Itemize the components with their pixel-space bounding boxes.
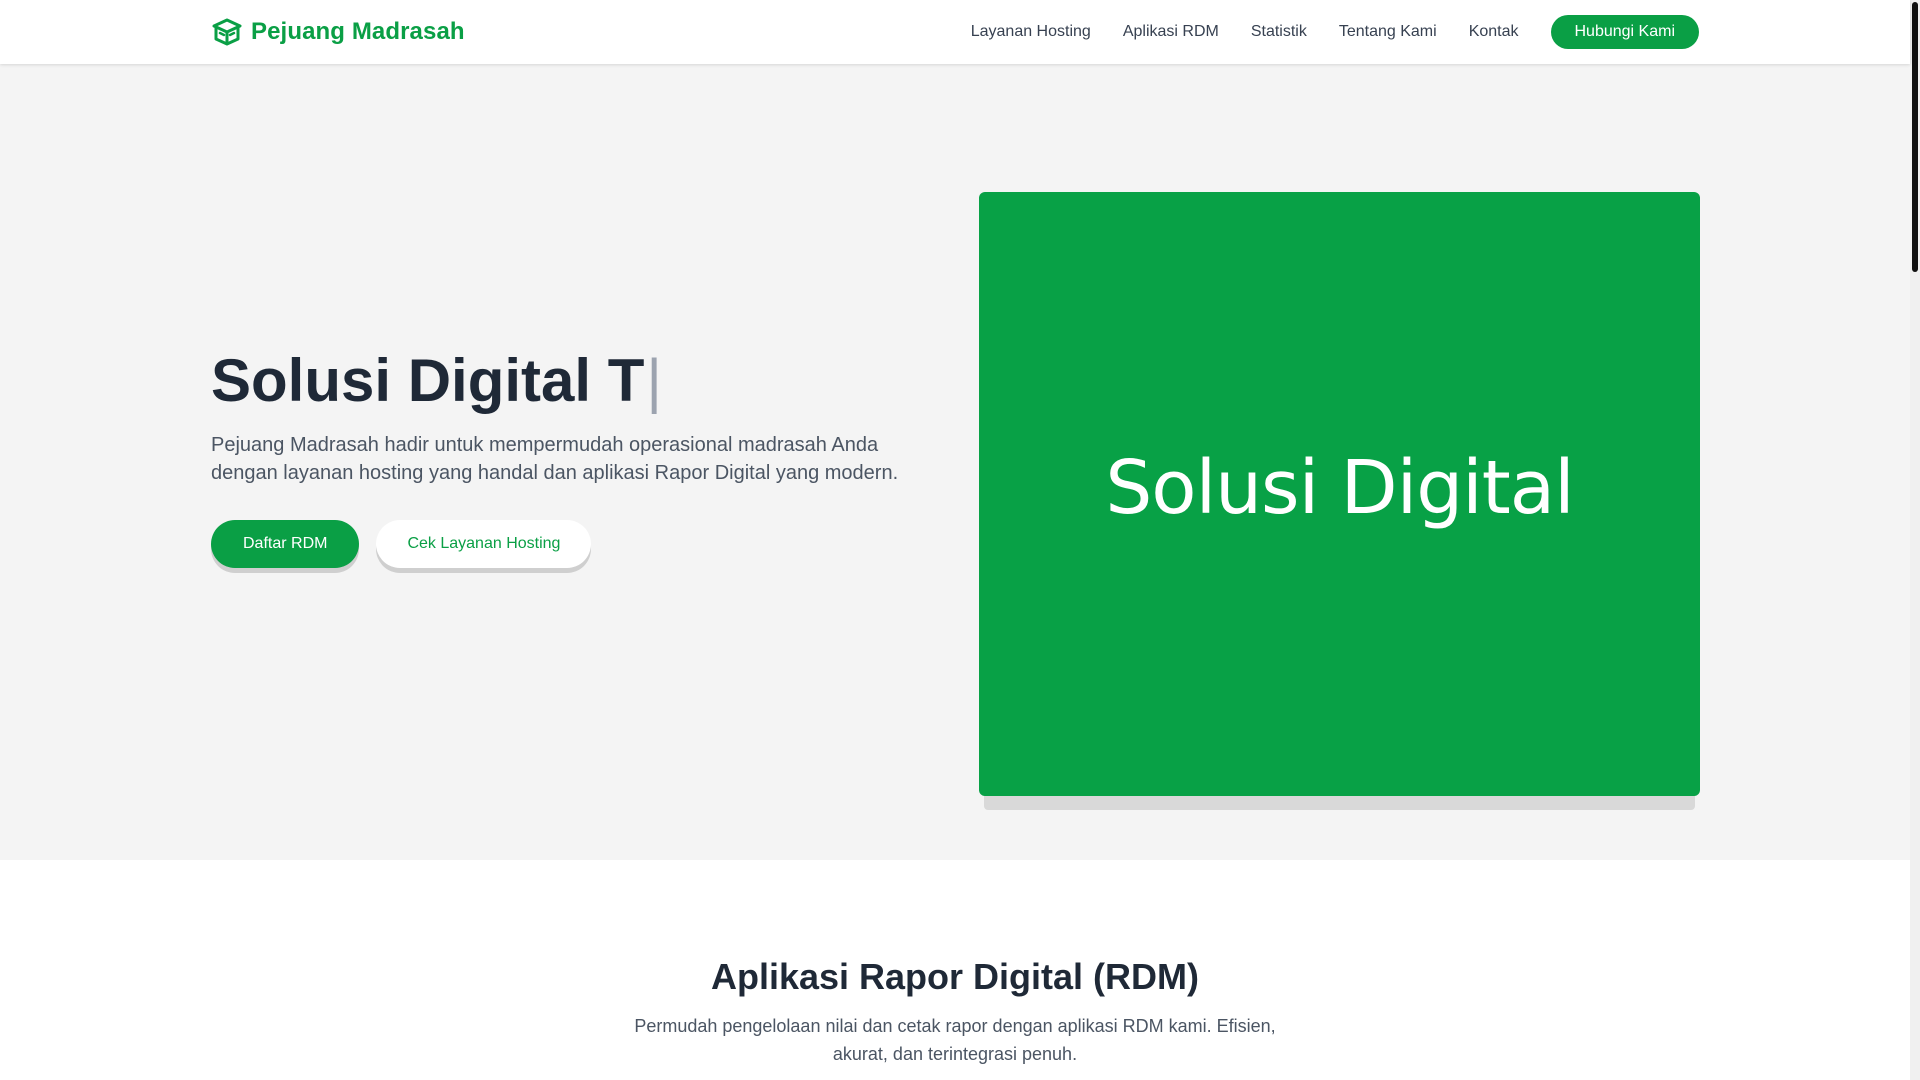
scrollbar-thumb[interactable] <box>1912 2 1918 272</box>
brand-logo-link[interactable]: Pejuang Madrasah <box>211 16 465 48</box>
hero-section: Solusi Digital T| Pejuang Madrasah hadir… <box>0 64 1910 860</box>
brand-name: Pejuang Madrasah <box>251 18 465 45</box>
navbar: Pejuang Madrasah Layanan Hosting Aplikas… <box>0 0 1910 64</box>
navbar-inner: Pejuang Madrasah Layanan Hosting Aplikas… <box>211 0 1699 64</box>
nav-link-kontak[interactable]: Kontak <box>1469 23 1519 41</box>
rdm-section: Aplikasi Rapor Digital (RDM) Permudah pe… <box>0 860 1910 1080</box>
hero-button-group: Daftar RDM Cek Layanan Hosting <box>211 520 592 568</box>
rdm-section-description: Permudah pengelolaan nilai dan cetak rap… <box>634 1016 1276 1064</box>
hero-title-typed-text: Solusi Digital T <box>211 347 645 414</box>
register-rdm-button[interactable]: Daftar RDM <box>211 520 360 568</box>
hero-image-text: Solusi Digital <box>1105 445 1574 531</box>
nav-link-statistik[interactable]: Statistik <box>1251 23 1307 41</box>
page-scrollbar[interactable] <box>1910 0 1920 1080</box>
rdm-section-title: Aplikasi Rapor Digital (RDM) <box>710 956 1200 997</box>
contact-us-button[interactable]: Hubungi Kami <box>1550 15 1699 49</box>
hero-description: Pejuang Madrasah hadir untuk mempermudah… <box>211 434 899 484</box>
typing-cursor: | <box>646 347 662 414</box>
nav-link-tentang-kami[interactable]: Tentang Kami <box>1339 23 1437 41</box>
nav-link-layanan-hosting[interactable]: Layanan Hosting <box>971 23 1091 41</box>
hero-image: Solusi Digital <box>979 192 1700 796</box>
madrasah-book-icon <box>211 16 243 48</box>
nav-link-aplikasi-rdm[interactable]: Aplikasi RDM <box>1123 23 1219 41</box>
nav-links: Layanan Hosting Aplikasi RDM Statistik T… <box>971 15 1699 49</box>
check-hosting-button[interactable]: Cek Layanan Hosting <box>376 520 592 568</box>
hero-title: Solusi Digital T| <box>211 348 662 414</box>
